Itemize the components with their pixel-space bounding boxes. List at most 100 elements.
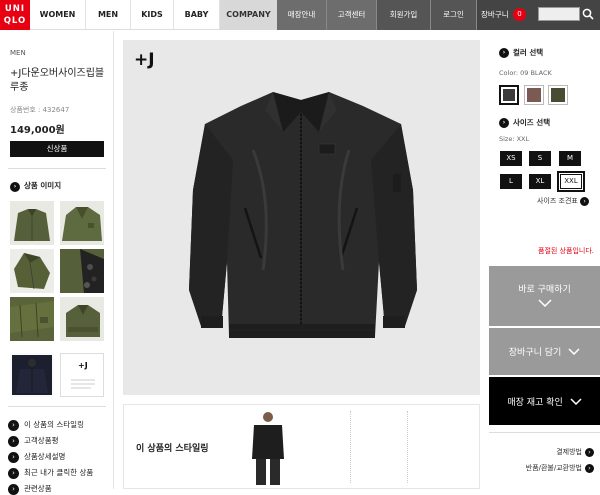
nav-women[interactable]: WOMEN	[30, 0, 86, 30]
product-images-title: › 상품 이미지	[10, 180, 61, 192]
divider	[8, 406, 106, 407]
search-input[interactable]	[538, 7, 580, 21]
chevron-down-icon	[570, 398, 582, 406]
link-details-label: 상품상세설명	[24, 452, 66, 461]
chevron-icon: ›	[10, 182, 20, 192]
logo-line1: UNI	[4, 4, 26, 14]
payment-label: 결제방법	[556, 448, 582, 456]
size-xl-button[interactable]: XL	[529, 174, 551, 189]
styling-look-image[interactable]	[248, 409, 288, 487]
product-thumbnail[interactable]	[10, 249, 54, 293]
product-thumbnail[interactable]: +J	[60, 353, 104, 397]
cart-count-badge: 0	[513, 8, 526, 21]
size-s-button[interactable]: S	[529, 151, 551, 166]
return-policy-link[interactable]: 반품/환불/교환방법 ›	[526, 463, 594, 473]
search-icon[interactable]	[581, 7, 595, 21]
swatch-fill	[527, 88, 541, 102]
add-cart-row: 장바구니 담기	[489, 328, 600, 358]
link-reviews[interactable]: › 고객상품평	[8, 435, 59, 447]
product-images-label: 상품 이미지	[24, 181, 62, 190]
product-name: +J다운오버사이즈립블루종	[10, 68, 105, 93]
link-styling[interactable]: › 이 상품의 스타일링	[8, 419, 84, 431]
link-recent[interactable]: › 최근 내가 클릭한 상품	[8, 467, 93, 479]
product-price: 149,000원	[10, 125, 65, 136]
divider	[8, 168, 106, 169]
chevron-icon: ›	[585, 463, 594, 473]
product-thumbnail[interactable]	[10, 297, 54, 341]
nav-customer-center[interactable]: 고객센터	[327, 0, 377, 30]
swatch-fill	[503, 89, 515, 101]
chevron-icon: ›	[8, 467, 19, 479]
check-stock-button[interactable]: 매장 재고 확인	[489, 377, 600, 425]
size-title-label: 사이즈 선택	[513, 118, 551, 127]
styling-title: 이 상품의 스타일링	[136, 444, 209, 454]
divider	[350, 411, 351, 483]
nav-kids[interactable]: KIDS	[131, 0, 174, 30]
nav-men[interactable]: MEN	[86, 0, 131, 30]
returns-label: 반품/환불/교환방법	[525, 464, 582, 472]
styling-section: 이 상품의 스타일링	[123, 404, 480, 489]
selected-size: Size: XXL	[499, 135, 530, 143]
color-title-label: 컬러 선택	[513, 48, 544, 57]
check-stock-label: 매장 재고 확인	[507, 398, 563, 408]
chevron-icon: ›	[8, 451, 19, 463]
buy-now-button[interactable]: 바로 구매하기	[489, 266, 600, 326]
logo-line2: QLO	[3, 16, 27, 26]
divider	[407, 411, 408, 483]
product-thumbnail[interactable]	[10, 353, 54, 397]
svg-text:+J: +J	[78, 361, 88, 370]
link-styling-label: 이 상품의 스타일링	[24, 420, 84, 429]
main-product-image[interactable]: +J	[123, 40, 480, 395]
jacket-illustration	[189, 92, 417, 338]
product-thumbnail[interactable]	[60, 249, 104, 293]
size-m-button[interactable]: M	[559, 151, 581, 166]
nav-baby[interactable]: BABY	[174, 0, 220, 30]
soldout-notice: 품절된 상품입니다.	[538, 247, 594, 255]
link-reviews-label: 고객상품평	[24, 436, 59, 445]
chevron-icon: ›	[580, 197, 590, 206]
chevron-down-icon	[537, 299, 552, 308]
product-thumbnail[interactable]	[60, 297, 104, 341]
size-guide-link[interactable]: 사이즈 조견표 ›	[537, 196, 590, 206]
swatch-fill	[551, 88, 565, 102]
nav-join[interactable]: 회원가입	[377, 0, 431, 30]
chevron-icon: ›	[499, 48, 509, 58]
size-select-title: › 사이즈 선택	[499, 117, 550, 128]
product-info-sidebar: MEN +J다운오버사이즈립블루종 상품번호 : 432647 149,000원…	[0, 31, 114, 495]
chevron-icon: ›	[8, 419, 19, 431]
chevron-icon: ›	[8, 483, 19, 495]
link-recent-label: 최근 내가 클릭한 상품	[24, 468, 94, 477]
size-guide-label: 사이즈 조견표	[537, 197, 578, 205]
link-related[interactable]: › 관련상품	[8, 483, 52, 495]
size-xs-button[interactable]: XS	[500, 151, 522, 166]
selected-color: Color: 09 BLACK	[499, 69, 552, 77]
nav-store-info[interactable]: 매장안내	[277, 0, 327, 30]
chevron-icon: ›	[8, 435, 19, 447]
product-thumbnail[interactable]	[10, 201, 54, 245]
buy-now-label: 바로 구매하기	[518, 285, 571, 295]
color-swatch-black[interactable]	[499, 85, 519, 105]
info-links: 결제방법 › 반품/환불/교환방법 ›	[489, 432, 600, 480]
chevron-down-icon	[568, 348, 580, 356]
product-thumbnail[interactable]	[60, 201, 104, 245]
top-navigation: UNI QLO WOMEN MEN KIDS BABY COMPANY 매장안내…	[0, 0, 600, 30]
chevron-icon: ›	[585, 447, 594, 457]
uniqlo-logo[interactable]: UNI QLO	[0, 0, 30, 30]
color-swatch-brown[interactable]	[524, 85, 544, 105]
payment-method-link[interactable]: 결제방법 ›	[556, 447, 594, 457]
chevron-icon: ›	[499, 118, 509, 128]
add-to-cart-button[interactable]: 장바구니 담기	[489, 328, 600, 375]
nav-company[interactable]: COMPANY	[220, 0, 277, 30]
color-swatch-olive[interactable]	[548, 85, 568, 105]
new-product-badge: 신상품	[10, 141, 104, 157]
cart-label: 장바구니	[481, 10, 509, 19]
product-code: 상품번호 : 432647	[10, 106, 70, 114]
nav-login[interactable]: 로그인	[431, 0, 477, 30]
size-xxl-button[interactable]: XXL	[557, 171, 585, 192]
size-l-button[interactable]: L	[500, 174, 522, 189]
color-select-title: › 컬러 선택	[499, 47, 543, 58]
check-stock-row: 매장 재고 확인	[489, 377, 600, 408]
purchase-panel: › 컬러 선택 Color: 09 BLACK › 사이즈 선택 Size: XXL…	[489, 31, 600, 489]
add-cart-label: 장바구니 담기	[508, 348, 562, 358]
link-details[interactable]: › 상품상세설명	[8, 451, 65, 463]
